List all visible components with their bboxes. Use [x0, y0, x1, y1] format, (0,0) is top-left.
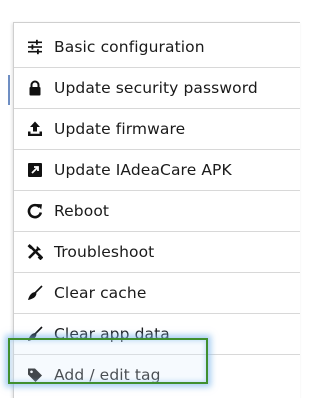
tools-icon — [27, 244, 43, 260]
menu-separator — [14, 272, 300, 273]
menu-item-label: Clear cache — [54, 284, 147, 302]
menu-separator — [14, 149, 300, 150]
menu-separator — [14, 313, 300, 314]
menu-item-reboot[interactable]: Reboot — [14, 193, 300, 229]
menu-item-update-iadeacare-apk[interactable]: Update IAdeaCare APK — [14, 152, 300, 188]
menu-item-label: Troubleshoot — [54, 243, 155, 261]
upload-icon — [27, 121, 43, 137]
menu-item-clear-cache[interactable]: Clear cache — [14, 275, 300, 311]
menu-item-label: Update firmware — [54, 120, 186, 138]
sliders-icon — [27, 39, 43, 55]
broom-icon — [27, 285, 43, 301]
menu-item-update-firmware[interactable]: Update firmware — [14, 111, 300, 147]
selection-highlight-box — [8, 338, 208, 384]
menu-separator — [14, 190, 300, 191]
external-link-icon — [27, 162, 43, 178]
background-accent-bar — [8, 75, 10, 105]
menu-separator — [14, 67, 300, 68]
menu-item-label: Basic configuration — [54, 38, 205, 56]
menu-item-troubleshoot[interactable]: Troubleshoot — [14, 234, 300, 270]
menu-item-label: Update security password — [54, 79, 258, 97]
refresh-icon — [27, 203, 43, 219]
lock-icon — [27, 80, 43, 96]
menu-separator — [14, 231, 300, 232]
menu-item-label: Reboot — [54, 202, 110, 220]
screenshot-stage: Basic configuration Update security pass… — [0, 0, 300, 398]
menu-item-update-security-password[interactable]: Update security password — [14, 70, 300, 106]
menu-item-label: Update IAdeaCare APK — [54, 161, 232, 179]
menu-separator — [14, 108, 300, 109]
menu-item-basic-configuration[interactable]: Basic configuration — [14, 29, 300, 65]
